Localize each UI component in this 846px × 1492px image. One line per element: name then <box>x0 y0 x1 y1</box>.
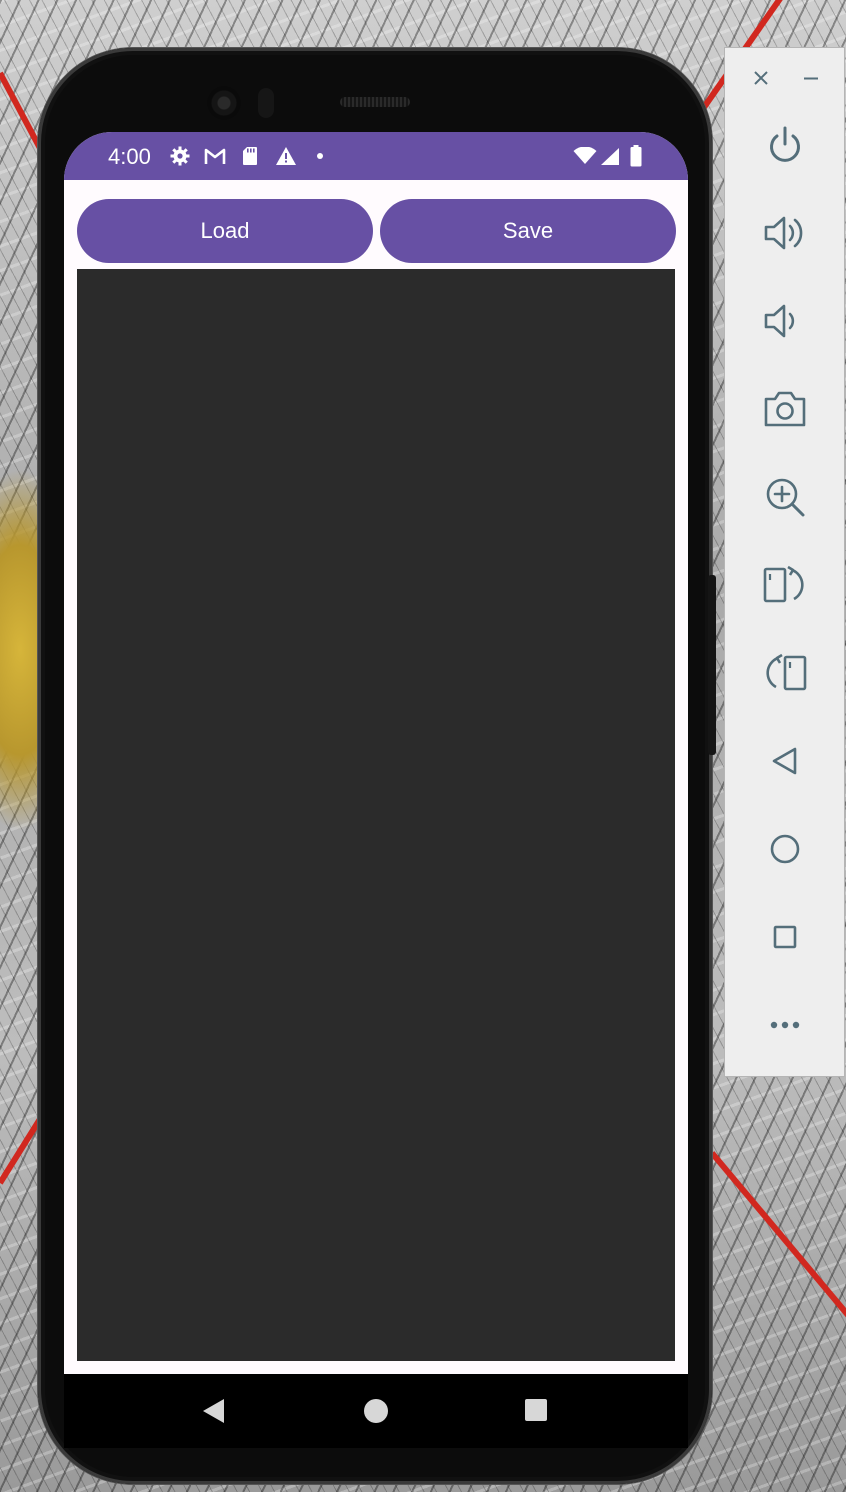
sd-card-icon <box>243 147 257 165</box>
gear-icon <box>170 146 190 166</box>
device-screen: 4:00 Load Save <box>64 132 688 1448</box>
navigation-bar <box>64 1374 688 1448</box>
dot-icon <box>317 153 323 159</box>
home-icon[interactable] <box>363 1398 389 1424</box>
front-camera <box>207 86 241 120</box>
back-icon[interactable] <box>202 1398 226 1424</box>
camera-icon[interactable] <box>761 385 809 433</box>
overview-icon[interactable] <box>761 913 809 961</box>
power-icon[interactable] <box>761 121 809 169</box>
more-icon[interactable] <box>761 1001 809 1049</box>
status-bar: 4:00 <box>64 132 688 180</box>
recents-icon[interactable] <box>524 1398 548 1422</box>
volume-down-icon[interactable] <box>761 297 809 345</box>
gmail-icon <box>204 148 226 164</box>
close-icon[interactable] <box>751 68 771 88</box>
minimize-icon[interactable] <box>801 68 821 88</box>
volume-up-icon[interactable] <box>761 209 809 257</box>
proximity-sensor <box>258 88 274 118</box>
zoom-icon[interactable] <box>761 473 809 521</box>
rotate-left-icon[interactable] <box>761 561 809 609</box>
back-icon[interactable] <box>761 737 809 785</box>
warning-icon <box>276 147 296 165</box>
rotate-right-icon[interactable] <box>761 649 809 697</box>
app-content: Load Save <box>64 180 688 1374</box>
earpiece-speaker <box>340 97 410 107</box>
home-icon[interactable] <box>761 825 809 873</box>
emulator-toolbar <box>724 47 845 1077</box>
wifi-icon <box>573 147 597 164</box>
load-button[interactable]: Load <box>77 199 373 263</box>
cell-signal-icon <box>601 148 619 165</box>
drawing-canvas[interactable] <box>77 269 675 1361</box>
battery-icon <box>630 145 642 167</box>
side-button <box>708 575 716 755</box>
status-time: 4:00 <box>108 144 151 169</box>
save-button[interactable]: Save <box>380 199 676 263</box>
